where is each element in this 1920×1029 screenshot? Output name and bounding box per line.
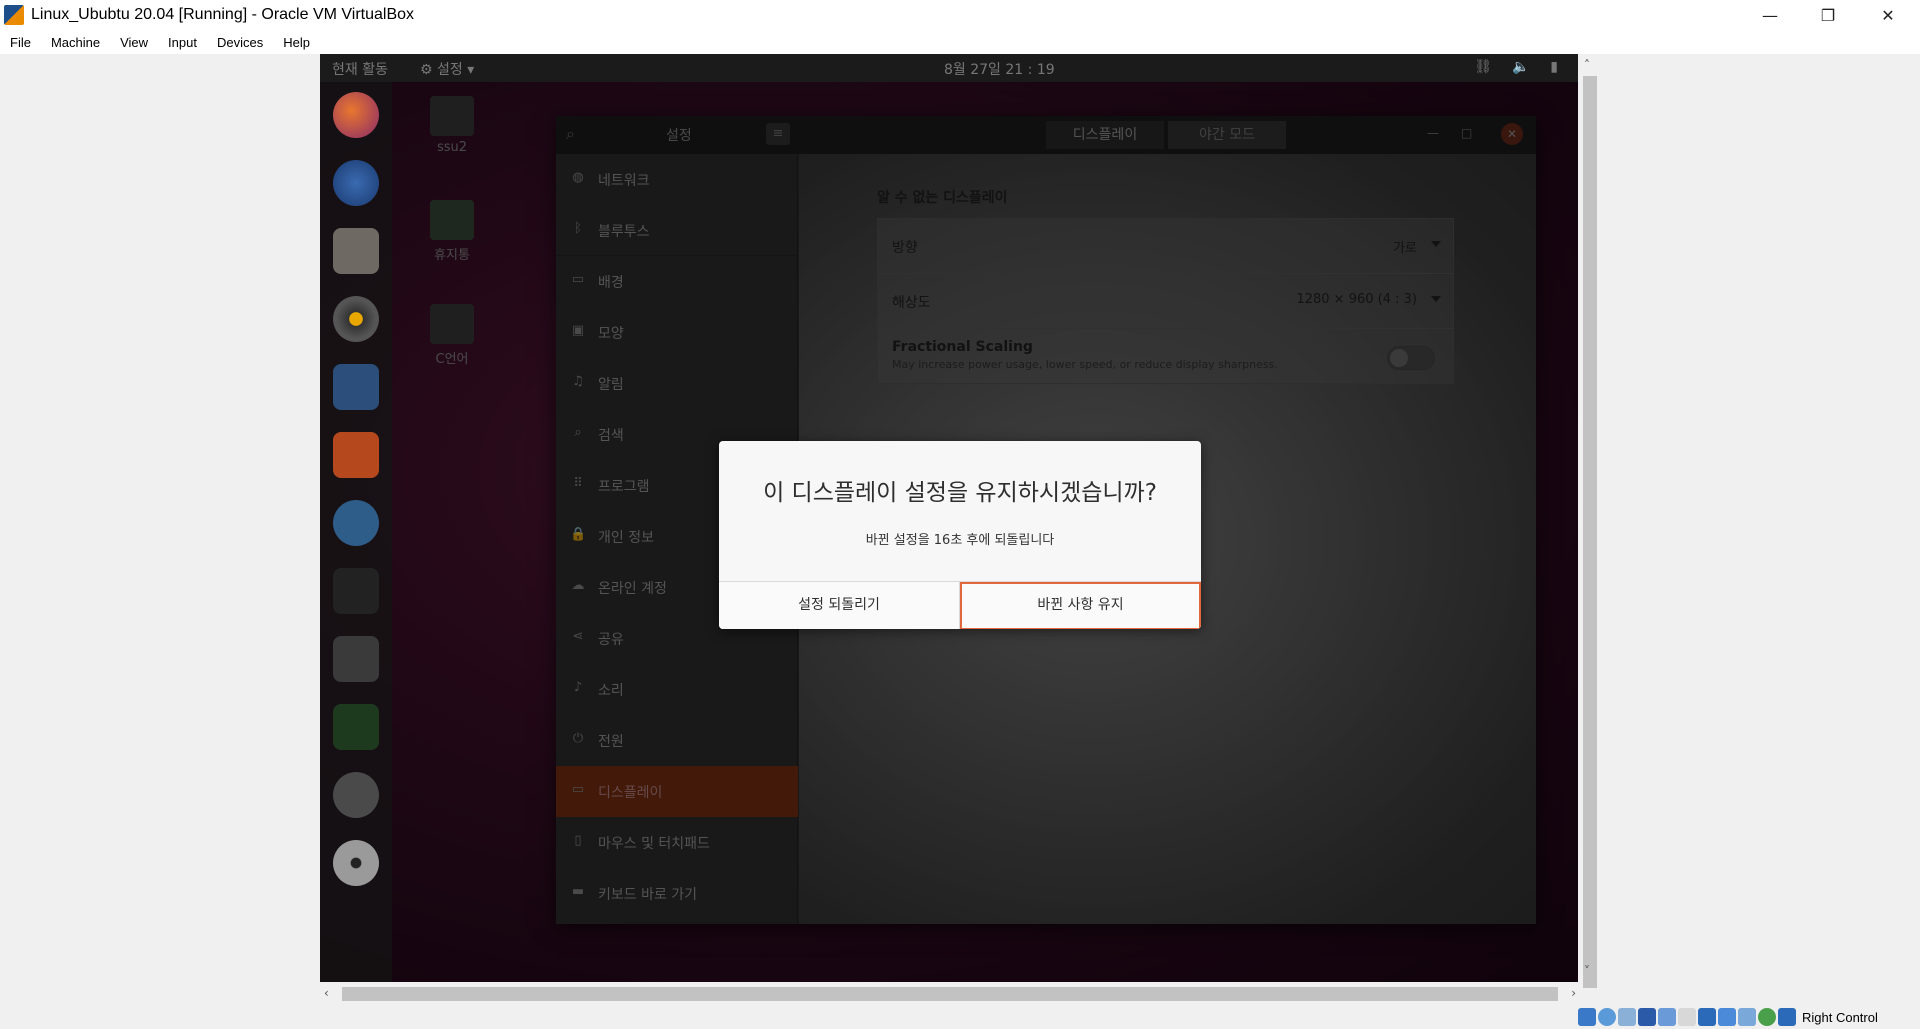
software-center-icon[interactable] [333,432,379,478]
optical-drive-icon[interactable] [1598,1008,1616,1026]
usb-icon[interactable] [1658,1008,1676,1026]
settings-icon[interactable] [333,772,379,818]
files-icon[interactable] [333,228,379,274]
menu-input[interactable]: Input [158,35,207,50]
title-bar: Linux_Ububtu 20.04 [Running] - Oracle VM… [0,0,1920,30]
vertical-scrollbar[interactable]: ˄ ˅ [1580,54,1600,988]
menu-bar: File Machine View Input Devices Help [0,30,1920,54]
clock[interactable]: 8월 27일 21 : 19 [944,59,1055,79]
dock [320,82,392,982]
dvd-icon[interactable] [333,840,379,886]
scroll-up-icon[interactable]: ˄ [1584,58,1590,72]
minimize-button[interactable]: — [1742,0,1798,30]
help-icon[interactable] [333,500,379,546]
vertical-scroll-thumb[interactable] [1583,76,1597,988]
scroll-down-icon[interactable]: ˅ [1584,964,1590,978]
gnome-top-bar: 현재 활동 ⚙ 설정 ▾ 8월 27일 21 : 19 ⛓ 🔈 ▮ [320,54,1578,82]
terminal-icon[interactable] [333,568,379,614]
horizontal-scroll-thumb[interactable] [342,987,1558,1001]
menu-machine[interactable]: Machine [41,35,110,50]
mouse-integration-icon[interactable] [1758,1008,1776,1026]
network-adapter-icon[interactable] [1638,1008,1656,1026]
menu-devices[interactable]: Devices [207,35,273,50]
audio-icon[interactable] [1618,1008,1636,1026]
window-title: Linux_Ububtu 20.04 [Running] - Oracle VM… [31,6,415,23]
keyboard-capture-icon[interactable] [1778,1008,1796,1026]
app-menu[interactable]: ⚙ 설정 ▾ [420,59,474,79]
dialog-button-row: 설정 되돌리기 바뀐 사항 유지 [719,581,1201,629]
scroll-left-icon[interactable]: ‹ [324,986,329,1000]
writer-icon[interactable] [333,364,379,410]
revert-settings-button[interactable]: 설정 되돌리기 [719,582,960,629]
activities-button[interactable]: 현재 활동 [332,59,388,79]
virtualbox-app-icon [4,5,24,25]
rhythmbox-icon[interactable] [333,296,379,342]
scroll-right-icon[interactable]: › [1571,986,1576,1000]
vm-status-bar: Right Control [1578,1005,1920,1029]
vim-icon[interactable] [333,704,379,750]
sublime-text-icon[interactable] [333,636,379,682]
video-capture-icon[interactable] [1718,1008,1736,1026]
thunderbird-icon[interactable] [333,160,379,206]
dialog-message: 바뀐 설정을 16초 후에 되돌립니다 [865,533,1055,548]
virtualization-icon[interactable] [1738,1008,1756,1026]
display-confirm-dialog: 이 디스플레이 설정을 유지하시겠습니까? 바뀐 설정을 16초 후에 되돌립니… [719,441,1201,629]
horizontal-scrollbar[interactable]: ‹ › [320,984,1580,1004]
display-icon[interactable] [1698,1008,1716,1026]
system-tray[interactable]: ⛓ 🔈 ▮ [1474,59,1566,75]
menu-help[interactable]: Help [273,35,320,50]
menu-file[interactable]: File [0,35,41,50]
keep-changes-button[interactable]: 바뀐 사항 유지 [960,582,1201,629]
close-button[interactable]: ✕ [1860,0,1916,30]
shared-folders-icon[interactable] [1678,1008,1696,1026]
hard-disk-icon[interactable] [1578,1008,1596,1026]
menu-view[interactable]: View [110,35,158,50]
restore-button[interactable]: ❐ [1800,0,1856,30]
dialog-title: 이 디스플레이 설정을 유지하시겠습니까? [763,480,1157,506]
firefox-icon[interactable] [333,92,379,138]
host-key-label: Right Control [1802,1009,1878,1025]
